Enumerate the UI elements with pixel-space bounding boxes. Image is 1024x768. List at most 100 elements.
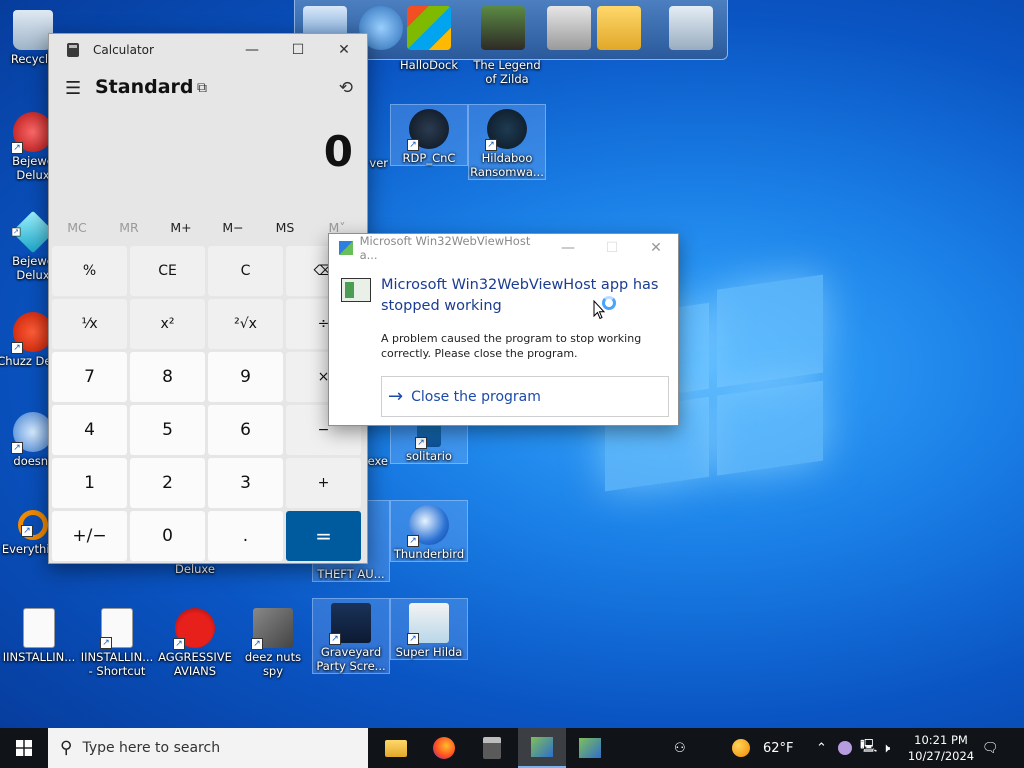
busy-spinner-icon xyxy=(602,296,616,310)
desktop-icon-installing-shortcut[interactable]: ↗ IINSTALLIN... - Shortcut xyxy=(78,604,156,678)
start-button[interactable] xyxy=(0,728,48,768)
app-window-icon xyxy=(339,241,353,255)
key-eight-button[interactable]: 8 xyxy=(130,352,205,402)
desktop-icon-super-hilda[interactable]: ↗ Super Hilda xyxy=(390,598,468,660)
key-clear-entry-button[interactable]: CE xyxy=(130,246,205,296)
close-program-label: Close the program xyxy=(411,388,541,405)
taskbar-app-2[interactable] xyxy=(566,728,614,768)
drive-icon[interactable] xyxy=(547,6,591,50)
calculator-icon xyxy=(483,737,501,759)
key-five-button[interactable]: 5 xyxy=(130,405,205,455)
volume-muted-icon[interactable]: 🕨 xyxy=(882,728,890,768)
desktop-icon-thunderbird[interactable]: ↗ Thunderbird xyxy=(390,500,468,562)
tray-app-icon[interactable] xyxy=(838,728,852,768)
memory-store-button[interactable]: MS xyxy=(259,220,311,235)
dialog-message: A problem caused the program to stop wor… xyxy=(381,332,642,360)
notifications-icon[interactable]: 🗨 xyxy=(982,728,999,768)
calculator-titlebar[interactable]: Calculator — ☐ ✕ xyxy=(49,34,367,66)
network-icon[interactable]: 🖳 xyxy=(860,728,877,768)
key-two-button[interactable]: 2 xyxy=(130,458,205,508)
chuzzle-icon: ↗ xyxy=(11,312,53,354)
dialog-close-button[interactable]: ✕ xyxy=(634,240,678,256)
memory-recall-button[interactable]: MR xyxy=(103,220,155,235)
desktop: Recycle ↗ Bejewe Delux ↗ Bejewe Delux ↗ … xyxy=(0,0,1024,728)
key-add-button[interactable]: + xyxy=(286,458,361,508)
windows-flag-icon[interactable] xyxy=(407,6,451,50)
text-file-icon: ↗ xyxy=(100,608,133,649)
key-decimal-button[interactable]: . xyxy=(208,511,283,561)
desktop-icon-rdp-cnc[interactable]: ↗ RDP_CnC xyxy=(390,104,468,166)
firefox-icon xyxy=(433,737,455,759)
taskbar-calculator[interactable] xyxy=(468,728,516,768)
history-icon[interactable]: ⟲ xyxy=(339,78,353,98)
key-equals-button[interactable]: = xyxy=(286,511,361,561)
key-nine-button[interactable]: 9 xyxy=(208,352,283,402)
dialog-maximize-button[interactable]: ☐ xyxy=(590,240,634,256)
desktop-icon-hildaboo-ransomware[interactable]: ↗ Hildaboo Ransomwa... xyxy=(468,104,546,180)
key-percent-button[interactable]: % xyxy=(52,246,127,296)
clock-date: 10/27/2024 xyxy=(907,749,975,763)
search-placeholder: Type here to search xyxy=(82,740,221,756)
desktop-icon-installing-1[interactable]: IINSTALLIN... xyxy=(0,604,78,664)
calculator-title: Calculator xyxy=(93,43,154,57)
recycle-bin-icon[interactable] xyxy=(669,6,713,50)
key-three-button[interactable]: 3 xyxy=(208,458,283,508)
dialog-titlebar[interactable]: Microsoft Win32WebViewHost a... — ☐ ✕ xyxy=(329,234,678,262)
key-square-root-button[interactable]: ²√x xyxy=(208,299,283,349)
show-hidden-icons-chevron-icon[interactable]: ⌃ xyxy=(816,728,827,768)
folder-icon xyxy=(385,739,407,757)
calculator-window: Calculator — ☐ ✕ ☰ Standard ⧉ ⟲ 0 MC MR … xyxy=(48,33,368,564)
hamburger-menu-icon[interactable]: ☰ xyxy=(65,78,81,99)
key-seven-button[interactable]: 7 xyxy=(52,352,127,402)
taskbar-clock[interactable]: 10:21 PM 10/27/2024 xyxy=(906,732,976,764)
clock-time: 10:21 PM xyxy=(914,733,968,747)
zilda-game-icon[interactable] xyxy=(481,6,525,50)
taskbar-file-explorer[interactable] xyxy=(372,728,420,768)
taskbar-search-box[interactable]: ⚲ Type here to search xyxy=(48,728,368,768)
memory-clear-button[interactable]: MC xyxy=(51,220,103,235)
calculator-mode-title: Standard xyxy=(95,76,194,98)
calculator-display: 0 xyxy=(323,127,353,176)
people-icon[interactable]: ⚇ xyxy=(674,728,694,768)
desktop-icon-deez-nuts-spy[interactable]: ↗ deez nuts spy xyxy=(234,604,312,678)
key-zero-button[interactable]: 0 xyxy=(130,511,205,561)
angry-bird-icon: ↗ xyxy=(173,608,215,650)
close-program-button[interactable]: → Close the program xyxy=(381,376,669,417)
key-one-button[interactable]: 1 xyxy=(52,458,127,508)
dialog-heading: Microsoft Win32WebViewHost app has stopp… xyxy=(381,277,659,314)
key-negate-button[interactable]: +/− xyxy=(52,511,127,561)
search-icon: ⚲ xyxy=(60,738,73,758)
taskbar-firefox[interactable] xyxy=(420,728,468,768)
memory-add-button[interactable]: M+ xyxy=(155,220,207,235)
dialog-title: Microsoft Win32WebViewHost a... xyxy=(359,234,531,262)
memory-subtract-button[interactable]: M− xyxy=(207,220,259,235)
app-window-icon xyxy=(531,737,553,757)
taskbar-win32webviewhost[interactable] xyxy=(518,728,566,768)
keep-on-top-icon[interactable]: ⧉ xyxy=(197,80,207,96)
pixel-character-icon: ↗ xyxy=(407,603,449,645)
maximize-button[interactable]: ☐ xyxy=(275,42,321,58)
key-square-button[interactable]: x² xyxy=(130,299,205,349)
recycle-bin-icon xyxy=(13,10,53,50)
text-file-icon xyxy=(23,608,55,648)
stacked-windows-icon: ↗ xyxy=(251,608,293,650)
dialog-minimize-button[interactable]: — xyxy=(546,240,590,256)
desktop-icon-graveyard-party[interactable]: ↗ Graveyard Party Scre... xyxy=(312,598,390,674)
key-clear-button[interactable]: C xyxy=(208,246,283,296)
key-reciprocal-button[interactable]: ⅟x xyxy=(52,299,127,349)
weather-temperature[interactable]: 62°F xyxy=(763,728,794,768)
minimize-button[interactable]: — xyxy=(229,42,275,58)
magnifier-icon: ↗ xyxy=(18,510,48,540)
weather-icon[interactable] xyxy=(732,728,754,768)
close-button[interactable]: ✕ xyxy=(321,42,367,58)
app-window-icon xyxy=(579,738,601,758)
bejeweled-icon: ↗ xyxy=(11,112,53,154)
arrow-right-icon: → xyxy=(388,386,404,407)
desktop-icon-aggressive-avians[interactable]: ↗ AGGRESSIVE AVIANS xyxy=(156,604,234,678)
program-icon xyxy=(341,278,371,302)
key-four-button[interactable]: 4 xyxy=(52,405,127,455)
folder-icon[interactable] xyxy=(597,6,641,50)
calculator-app-icon xyxy=(67,43,79,57)
key-six-button[interactable]: 6 xyxy=(208,405,283,455)
taskbar: ⚲ Type here to search ⚇ 62°F ⌃ 🖳 🕨 10:21… xyxy=(0,728,1024,768)
